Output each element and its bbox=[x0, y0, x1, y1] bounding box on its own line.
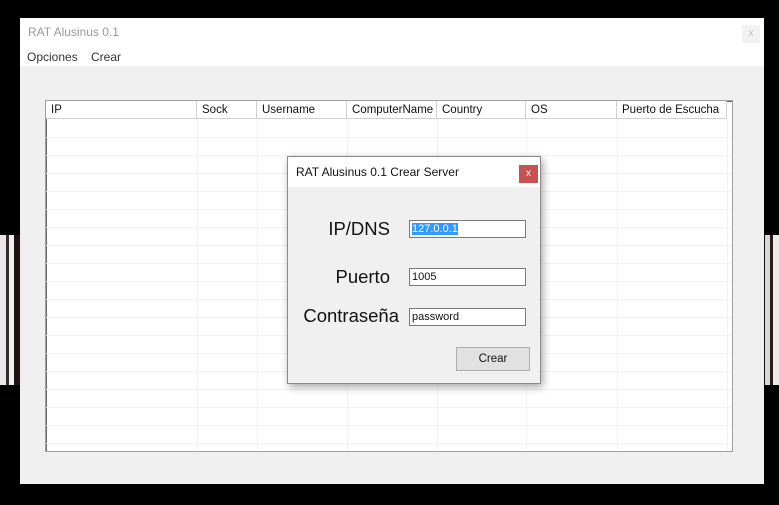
ip-dns-value: 127.0.0.1 bbox=[412, 223, 458, 235]
column-header-computername[interactable]: ComputerName bbox=[347, 101, 437, 119]
main-titlebar: RAT Alusinus 0.1 x bbox=[20, 18, 764, 48]
ip-dns-field[interactable]: 127.0.0.1 bbox=[409, 220, 526, 238]
label-contrasena: Contraseña bbox=[303, 305, 399, 326]
grid-line bbox=[46, 443, 732, 444]
dialog-close-button[interactable]: x bbox=[519, 165, 538, 183]
grid-line bbox=[46, 137, 732, 138]
label-ip-dns: IP/DNS bbox=[328, 218, 390, 239]
grid-line bbox=[46, 389, 732, 390]
grid-line bbox=[46, 407, 732, 408]
grid-line bbox=[46, 425, 732, 426]
column-header-sock[interactable]: Sock bbox=[197, 101, 257, 119]
dialog-titlebar[interactable]: RAT Alusinus 0.1 Crear Server x bbox=[288, 157, 540, 187]
menubar: Opciones Crear bbox=[20, 48, 764, 66]
window-title: RAT Alusinus 0.1 bbox=[28, 25, 119, 39]
column-header-country[interactable]: Country bbox=[437, 101, 526, 119]
wallpaper-left bbox=[0, 235, 22, 385]
password-value: password bbox=[412, 311, 460, 323]
grid-line bbox=[617, 119, 618, 451]
main-close-button[interactable]: x bbox=[742, 25, 760, 43]
column-header-ip[interactable]: IP bbox=[46, 101, 197, 119]
crear-button[interactable]: Crear bbox=[456, 347, 530, 371]
grid-line bbox=[727, 119, 728, 451]
crear-server-dialog: RAT Alusinus 0.1 Crear Server x IP/DNS 1… bbox=[287, 156, 541, 384]
dialog-title: RAT Alusinus 0.1 Crear Server bbox=[296, 165, 459, 179]
puerto-value: 1005 bbox=[412, 271, 437, 283]
menu-crear[interactable]: Crear bbox=[91, 50, 121, 64]
column-header-puerto[interactable]: Puerto de Escucha bbox=[617, 101, 727, 119]
label-puerto: Puerto bbox=[335, 266, 390, 287]
wallpaper-right bbox=[762, 235, 779, 385]
column-header-username[interactable]: Username bbox=[257, 101, 347, 119]
password-field[interactable]: password bbox=[409, 308, 526, 326]
puerto-field[interactable]: 1005 bbox=[409, 268, 526, 286]
menu-opciones[interactable]: Opciones bbox=[27, 50, 78, 64]
grid-line bbox=[257, 119, 258, 451]
grid-line bbox=[197, 119, 198, 451]
column-header-os[interactable]: OS bbox=[526, 101, 617, 119]
